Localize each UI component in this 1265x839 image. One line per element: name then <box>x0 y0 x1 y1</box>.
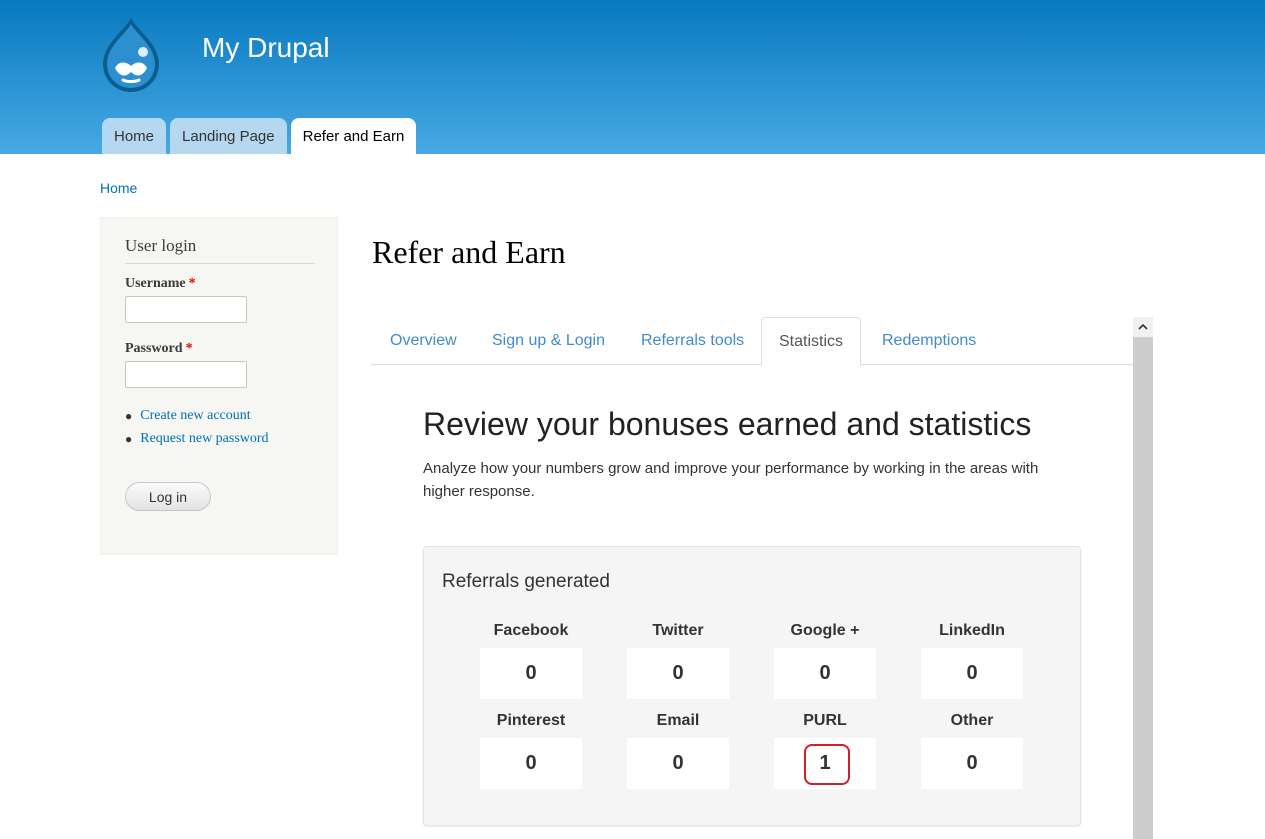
stat-facebook: Facebook 0 <box>480 620 582 699</box>
tab-overview[interactable]: Overview <box>390 317 457 365</box>
login-links: ● Create new account ● Request new passwor… <box>125 408 269 454</box>
password-label: Password * <box>125 341 193 356</box>
stat-label: Facebook <box>493 622 569 639</box>
user-login-block: User login Username * Password * ● Create n… <box>100 217 338 555</box>
site-name-link[interactable]: My Drupal <box>202 32 330 64</box>
stat-value: 0 <box>921 738 1023 789</box>
list-item: ● Request new password <box>125 431 269 447</box>
stat-label: PURL <box>803 712 847 729</box>
stat-label: Email <box>656 712 700 729</box>
stat-label: Google + <box>790 622 860 639</box>
stat-value: 0 <box>627 738 729 789</box>
login-button[interactable]: Log in <box>125 482 211 511</box>
tab-signup-login[interactable]: Sign up & Login <box>492 317 605 365</box>
create-account-link[interactable]: Create new account <box>140 408 250 424</box>
main-menu: Home Landing Page Refer and Earn <box>102 118 417 154</box>
stat-value: 0 <box>774 648 876 699</box>
highlight-ring <box>804 744 850 785</box>
stat-label: LinkedIn <box>939 622 1005 639</box>
stat-value: 0 <box>480 648 582 699</box>
stat-label: Twitter <box>652 622 704 639</box>
breadcrumb-home[interactable]: Home <box>100 180 137 196</box>
required-marker: * <box>188 276 196 291</box>
user-login-title: User login <box>125 236 315 264</box>
bullet-icon: ● <box>125 408 133 423</box>
stat-google-plus: Google + 0 <box>774 620 876 699</box>
tab-redemptions[interactable]: Redemptions <box>882 317 976 365</box>
username-input[interactable] <box>125 296 247 323</box>
stat-email: Email 0 <box>627 710 729 789</box>
section-heading: Review your bonuses earned and statistic… <box>423 406 1032 442</box>
stat-label: Other <box>950 712 994 729</box>
referrals-panel: Referrals generated Facebook 0 Twitter 0… <box>423 546 1081 826</box>
drupal-drop-icon[interactable] <box>97 16 165 94</box>
stat-purl: PURL 1 <box>774 710 876 789</box>
request-password-link[interactable]: Request new password <box>140 431 268 447</box>
main-menu-home[interactable]: Home <box>102 118 167 154</box>
page-title: Refer and Earn <box>372 234 566 270</box>
tab-referrals-tools[interactable]: Referrals tools <box>641 317 744 365</box>
stat-value: 0 <box>480 738 582 789</box>
main-menu-refer-and-earn[interactable]: Refer and Earn <box>290 118 417 154</box>
stat-other: Other 0 <box>921 710 1023 789</box>
tab-statistics[interactable]: Statistics <box>761 317 861 366</box>
bullet-icon: ● <box>125 431 133 446</box>
stat-twitter: Twitter 0 <box>627 620 729 699</box>
content-tabs: Overview Sign up & Login Referrals tools… <box>371 317 1133 366</box>
stat-value: 0 <box>921 648 1023 699</box>
list-item: ● Create new account <box>125 408 269 424</box>
vertical-scrollbar[interactable] <box>1133 317 1153 839</box>
section-description: Analyze how your numbers grow and improv… <box>423 460 1039 500</box>
stat-value: 0 <box>627 648 729 699</box>
stat-value-highlighted: 1 <box>774 738 876 789</box>
username-label: Username * <box>125 276 196 291</box>
stat-pinterest: Pinterest 0 <box>480 710 582 789</box>
panel-title: Referrals generated <box>442 571 610 592</box>
required-marker: * <box>185 341 193 356</box>
stat-label: Pinterest <box>496 712 566 729</box>
scroll-up-button[interactable] <box>1133 317 1153 337</box>
site-header: My Drupal Home Landing Page Refer and Ea… <box>0 0 1265 154</box>
chevron-up-icon <box>1138 324 1148 330</box>
password-input[interactable] <box>125 361 247 388</box>
main-menu-landing-page[interactable]: Landing Page <box>170 118 287 154</box>
stat-linkedin: LinkedIn 0 <box>921 620 1023 699</box>
